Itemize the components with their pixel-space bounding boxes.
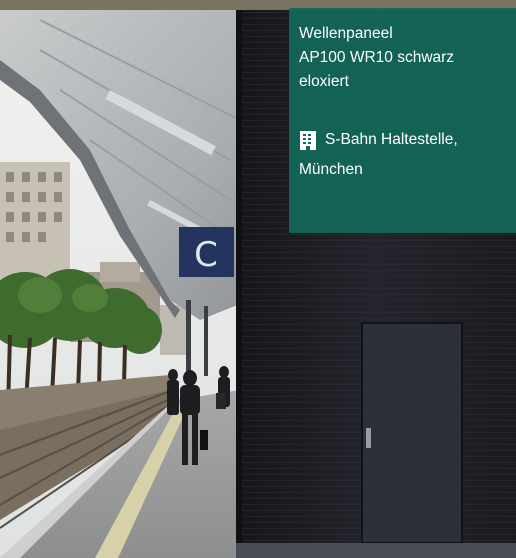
location-line-1: S-Bahn Haltestelle, — [325, 131, 458, 148]
door — [361, 322, 463, 544]
product-line-2: AP100 WR10 schwarz — [299, 49, 455, 66]
product-line-1: Wellenpaneel — [299, 25, 393, 42]
platform-sign-letter: C — [194, 235, 218, 275]
location-line-2: München — [299, 161, 363, 178]
info-overlay: Wellenpaneel AP100 WR10 schwarz eloxiert… — [289, 8, 516, 233]
location-row: S-Bahn Haltestelle, — [299, 128, 506, 152]
product-line-3: eloxiert — [299, 73, 349, 90]
building-icon — [299, 130, 317, 150]
